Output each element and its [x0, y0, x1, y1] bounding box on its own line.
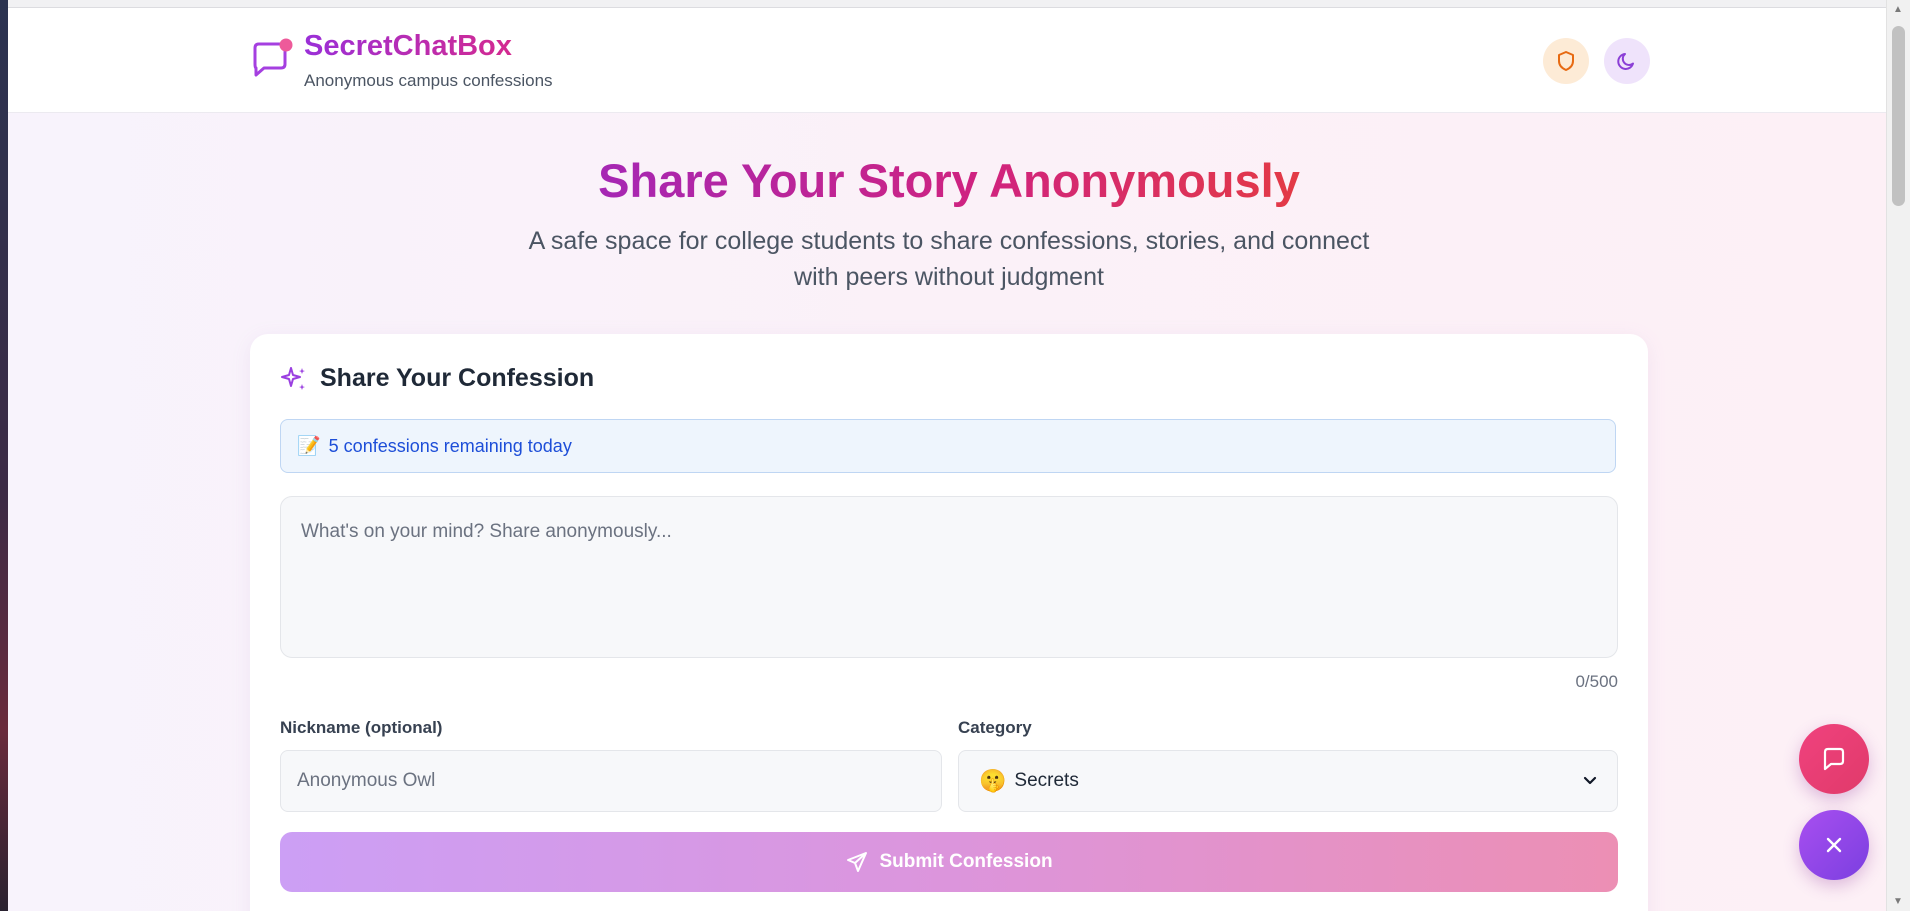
nickname-input[interactable] [280, 750, 942, 812]
submit-button-label: Submit Confession [879, 851, 1053, 872]
site-header: SecretChatBox Anonymous campus confessio… [8, 8, 1886, 113]
remaining-quota-banner: 📝 5 confessions remaining today [280, 419, 1616, 473]
chat-bubble-icon [1823, 747, 1845, 771]
sparkles-icon [281, 366, 305, 390]
memo-icon: 📝 [297, 436, 321, 457]
category-label: Category [958, 718, 1032, 737]
category-select[interactable]: 🤫 Secrets [958, 750, 1618, 812]
theme-toggle-button[interactable] [1604, 38, 1650, 84]
close-floating-menu-button[interactable] [1799, 810, 1869, 880]
hero-title: Share Your Story Anonymously [8, 153, 1886, 208]
form-header: Share Your Confession [280, 364, 594, 393]
character-counter: 0/500 [1575, 672, 1618, 691]
moon-icon [1617, 53, 1634, 70]
shield-icon [1558, 51, 1574, 71]
browser-top-edge [8, 0, 1886, 8]
desktop-background [0, 0, 8, 911]
send-icon [847, 852, 868, 872]
remaining-quota-text: 5 confessions remaining today [328, 435, 572, 456]
open-chat-button[interactable] [1799, 724, 1869, 794]
hero-title-text: Share Your Story Anonymously [598, 154, 1300, 207]
form-title: Share Your Confession [320, 364, 595, 392]
scrollbar-thumb[interactable] [1892, 26, 1905, 206]
hero-subtitle: A safe space for college students to sha… [528, 227, 1370, 291]
nickname-label: Nickname (optional) [280, 718, 443, 737]
submit-confession-button[interactable]: Submit Confession [280, 832, 1618, 892]
scroll-down-arrow-icon[interactable]: ▼ [1893, 896, 1903, 907]
scroll-up-arrow-icon[interactable]: ▲ [1893, 4, 1903, 15]
chat-logo-icon[interactable] [250, 38, 294, 82]
confession-form-card: Share Your Confession 📝 5 confessions re… [250, 334, 1648, 911]
page-scrollbar[interactable]: ▲ ▼ [1886, 0, 1910, 911]
browser-viewport: SecretChatBox Anonymous campus confessio… [8, 0, 1886, 911]
chevron-down-icon [1583, 776, 1597, 785]
brand-name[interactable]: SecretChatBox [304, 30, 512, 63]
confession-textarea[interactable] [280, 496, 1618, 658]
privacy-button[interactable] [1543, 38, 1589, 84]
brand-tagline: Anonymous campus confessions [304, 71, 553, 90]
shushing-face-icon: 🤫 [979, 768, 1007, 793]
close-icon [1826, 837, 1842, 853]
category-selected-value: Secrets [1014, 770, 1079, 791]
